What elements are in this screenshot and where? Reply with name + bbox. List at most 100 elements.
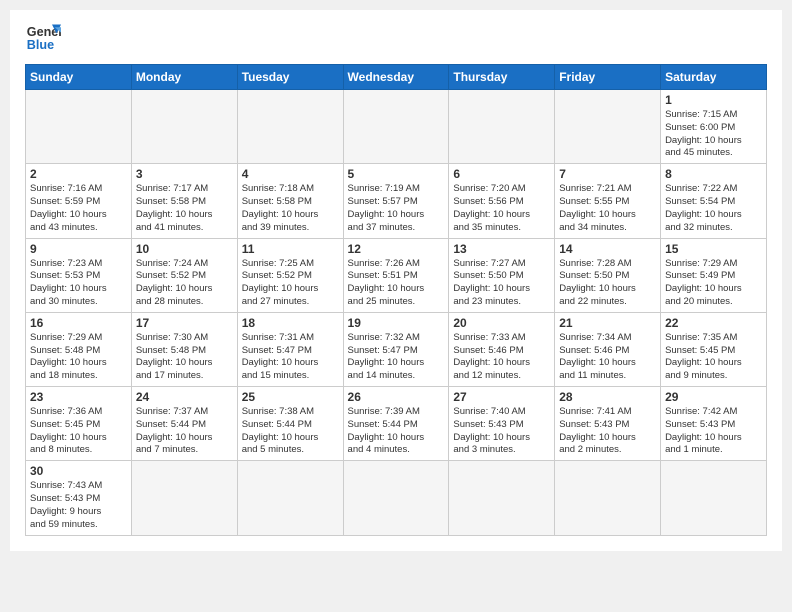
day-info: Sunrise: 7:33 AM Sunset: 5:46 PM Dayligh… [453,332,550,383]
day-info: Sunrise: 7:24 AM Sunset: 5:52 PM Dayligh… [136,258,233,309]
calendar-cell: 30 Sunrise: 7:43 AM Sunset: 5:43 PM Dayli… [26,461,132,535]
calendar-cell: 26 Sunrise: 7:39 AM Sunset: 5:44 PM Dayli… [343,387,449,461]
day-info: Sunrise: 7:17 AM Sunset: 5:58 PM Dayligh… [136,183,233,234]
day-info: Sunrise: 7:29 AM Sunset: 5:48 PM Dayligh… [30,332,127,383]
day-info: Sunrise: 7:36 AM Sunset: 5:45 PM Dayligh… [30,406,127,457]
calendar-cell: 14Sunrise: 7:28 AM Sunset: 5:50 PM Dayli… [555,238,661,312]
day-info: Sunrise: 7:16 AM Sunset: 5:59 PM Dayligh… [30,183,127,234]
calendar-cell [131,461,237,535]
day-info: Sunrise: 7:25 AM Sunset: 5:52 PM Dayligh… [242,258,339,309]
calendar-week-row: 30 Sunrise: 7:43 AM Sunset: 5:43 PM Dayli… [26,461,767,535]
calendar-cell: 18 Sunrise: 7:31 AM Sunset: 5:47 PM Dayli… [237,312,343,386]
day-info: Sunrise: 7:43 AM Sunset: 5:43 PM Dayligh… [30,480,127,531]
calendar-cell: 19 Sunrise: 7:32 AM Sunset: 5:47 PM Dayli… [343,312,449,386]
day-number: 2 [30,167,127,181]
calendar-cell: 29 Sunrise: 7:42 AM Sunset: 5:43 PM Dayli… [661,387,767,461]
day-info: Sunrise: 7:31 AM Sunset: 5:47 PM Dayligh… [242,332,339,383]
calendar-cell [343,461,449,535]
day-number: 11 [242,242,339,256]
calendar-cell [237,90,343,164]
weekday-header-thursday: Thursday [449,65,555,90]
calendar-cell: 25 Sunrise: 7:38 AM Sunset: 5:44 PM Dayli… [237,387,343,461]
day-number: 13 [453,242,550,256]
day-number: 9 [30,242,127,256]
calendar-cell: 7 Sunrise: 7:21 AM Sunset: 5:55 PM Daylig… [555,164,661,238]
calendar-week-row: 16 Sunrise: 7:29 AM Sunset: 5:48 PM Dayli… [26,312,767,386]
day-info: Sunrise: 7:38 AM Sunset: 5:44 PM Dayligh… [242,406,339,457]
day-number: 8 [665,167,762,181]
day-number: 29 [665,390,762,404]
calendar-cell [555,461,661,535]
weekday-header-saturday: Saturday [661,65,767,90]
day-info: Sunrise: 7:26 AM Sunset: 5:51 PM Dayligh… [348,258,445,309]
calendar-cell [449,461,555,535]
day-number: 23 [30,390,127,404]
calendar-cell: 28Sunrise: 7:41 AM Sunset: 5:43 PM Dayli… [555,387,661,461]
day-number: 20 [453,316,550,330]
day-info: Sunrise: 7:37 AM Sunset: 5:44 PM Dayligh… [136,406,233,457]
day-number: 26 [348,390,445,404]
day-number: 7 [559,167,656,181]
weekday-header-sunday: Sunday [26,65,132,90]
day-number: 30 [30,464,127,478]
day-info: Sunrise: 7:35 AM Sunset: 5:45 PM Dayligh… [665,332,762,383]
calendar-cell: 2 Sunrise: 7:16 AM Sunset: 5:59 PM Daylig… [26,164,132,238]
calendar-cell [449,90,555,164]
day-number: 12 [348,242,445,256]
svg-text:Blue: Blue [27,38,54,52]
calendar-cell: 22 Sunrise: 7:35 AM Sunset: 5:45 PM Dayli… [661,312,767,386]
day-info: Sunrise: 7:30 AM Sunset: 5:48 PM Dayligh… [136,332,233,383]
day-number: 22 [665,316,762,330]
day-number: 1 [665,93,762,107]
calendar-week-row: 23 Sunrise: 7:36 AM Sunset: 5:45 PM Dayli… [26,387,767,461]
day-info: Sunrise: 7:40 AM Sunset: 5:43 PM Dayligh… [453,406,550,457]
day-info: Sunrise: 7:21 AM Sunset: 5:55 PM Dayligh… [559,183,656,234]
day-number: 14 [559,242,656,256]
day-number: 10 [136,242,233,256]
calendar-cell [26,90,132,164]
day-number: 6 [453,167,550,181]
day-info: Sunrise: 7:42 AM Sunset: 5:43 PM Dayligh… [665,406,762,457]
calendar-table: SundayMondayTuesdayWednesdayThursdayFrid… [25,64,767,536]
calendar-cell: 17Sunrise: 7:30 AM Sunset: 5:48 PM Dayli… [131,312,237,386]
calendar-cell: 5Sunrise: 7:19 AM Sunset: 5:57 PM Daylig… [343,164,449,238]
calendar-cell: 20 Sunrise: 7:33 AM Sunset: 5:46 PM Dayli… [449,312,555,386]
day-info: Sunrise: 7:22 AM Sunset: 5:54 PM Dayligh… [665,183,762,234]
day-info: Sunrise: 7:20 AM Sunset: 5:56 PM Dayligh… [453,183,550,234]
day-number: 27 [453,390,550,404]
calendar-cell: 8 Sunrise: 7:22 AM Sunset: 5:54 PM Daylig… [661,164,767,238]
calendar-cell: 10 Sunrise: 7:24 AM Sunset: 5:52 PM Dayli… [131,238,237,312]
calendar-cell: 15Sunrise: 7:29 AM Sunset: 5:49 PM Dayli… [661,238,767,312]
calendar-cell: 1Sunrise: 7:15 AM Sunset: 6:00 PM Daylig… [661,90,767,164]
day-info: Sunrise: 7:39 AM Sunset: 5:44 PM Dayligh… [348,406,445,457]
calendar-week-row: 9 Sunrise: 7:23 AM Sunset: 5:53 PM Daylig… [26,238,767,312]
day-number: 28 [559,390,656,404]
day-number: 19 [348,316,445,330]
day-number: 4 [242,167,339,181]
calendar-cell: 12 Sunrise: 7:26 AM Sunset: 5:51 PM Dayli… [343,238,449,312]
day-info: Sunrise: 7:32 AM Sunset: 5:47 PM Dayligh… [348,332,445,383]
calendar-cell: 11 Sunrise: 7:25 AM Sunset: 5:52 PM Dayli… [237,238,343,312]
day-number: 25 [242,390,339,404]
logo-area: General Blue [25,20,65,56]
day-number: 16 [30,316,127,330]
calendar-cell: 27 Sunrise: 7:40 AM Sunset: 5:43 PM Dayli… [449,387,555,461]
day-number: 18 [242,316,339,330]
day-number: 21 [559,316,656,330]
day-info: Sunrise: 7:34 AM Sunset: 5:46 PM Dayligh… [559,332,656,383]
calendar-cell: 24 Sunrise: 7:37 AM Sunset: 5:44 PM Dayli… [131,387,237,461]
calendar-page: General Blue SundayMondayTuesdayWednesda… [10,10,782,551]
calendar-week-row: 1Sunrise: 7:15 AM Sunset: 6:00 PM Daylig… [26,90,767,164]
calendar-cell: 21 Sunrise: 7:34 AM Sunset: 5:46 PM Dayli… [555,312,661,386]
day-number: 24 [136,390,233,404]
day-info: Sunrise: 7:29 AM Sunset: 5:49 PM Dayligh… [665,258,762,309]
calendar-cell: 23 Sunrise: 7:36 AM Sunset: 5:45 PM Dayli… [26,387,132,461]
calendar-cell: 4Sunrise: 7:18 AM Sunset: 5:58 PM Daylig… [237,164,343,238]
calendar-cell: 16 Sunrise: 7:29 AM Sunset: 5:48 PM Dayli… [26,312,132,386]
calendar-cell [237,461,343,535]
calendar-cell: 3Sunrise: 7:17 AM Sunset: 5:58 PM Daylig… [131,164,237,238]
logo-icon: General Blue [25,20,61,56]
day-info: Sunrise: 7:23 AM Sunset: 5:53 PM Dayligh… [30,258,127,309]
calendar-cell: 13Sunrise: 7:27 AM Sunset: 5:50 PM Dayli… [449,238,555,312]
calendar-cell [661,461,767,535]
